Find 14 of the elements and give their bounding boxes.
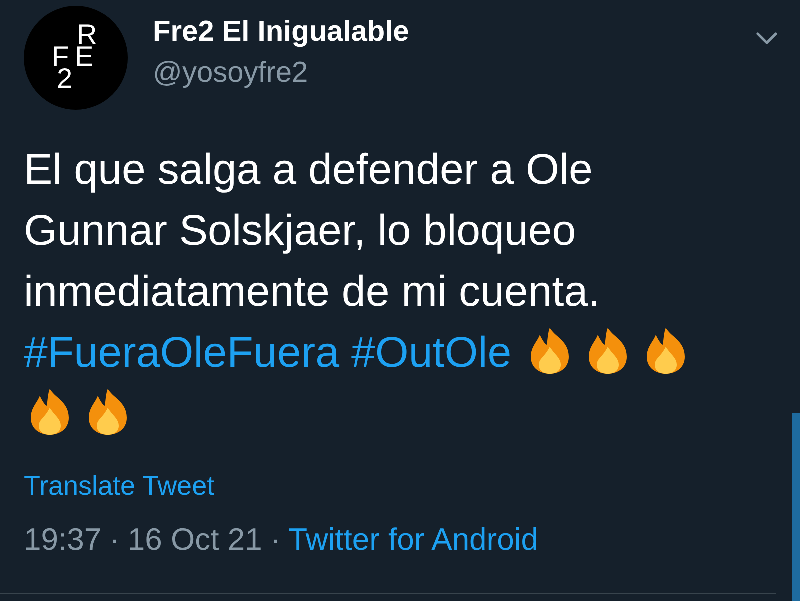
avatar[interactable]: R F E 2 bbox=[24, 6, 128, 110]
display-name: Fre2 El Inigualable bbox=[153, 16, 410, 49]
tweet-time: 19:37 bbox=[24, 522, 102, 558]
scroll-bar[interactable] bbox=[792, 413, 800, 601]
translate-link[interactable]: Translate Tweet bbox=[24, 471, 215, 502]
separator-dot: · bbox=[270, 522, 281, 558]
tweet-date: 16 Oct 21 bbox=[128, 522, 262, 558]
caret-icon[interactable] bbox=[756, 32, 778, 46]
source-link[interactable]: Twitter for Android bbox=[288, 522, 538, 558]
tweet-text: El que salga a defender a Ole Gunnar Solskjaer, lo bloqueo inmediatamente de mi cuenta. #FueraOleFuera #OutOle bbox=[24, 140, 714, 445]
hashtag-link[interactable]: #FueraOleFuera bbox=[24, 329, 340, 377]
user-handle: @yosoyfre2 bbox=[153, 57, 310, 90]
hashtag-link[interactable]: #OutOle bbox=[352, 329, 512, 377]
separator-dot: · bbox=[110, 522, 120, 558]
